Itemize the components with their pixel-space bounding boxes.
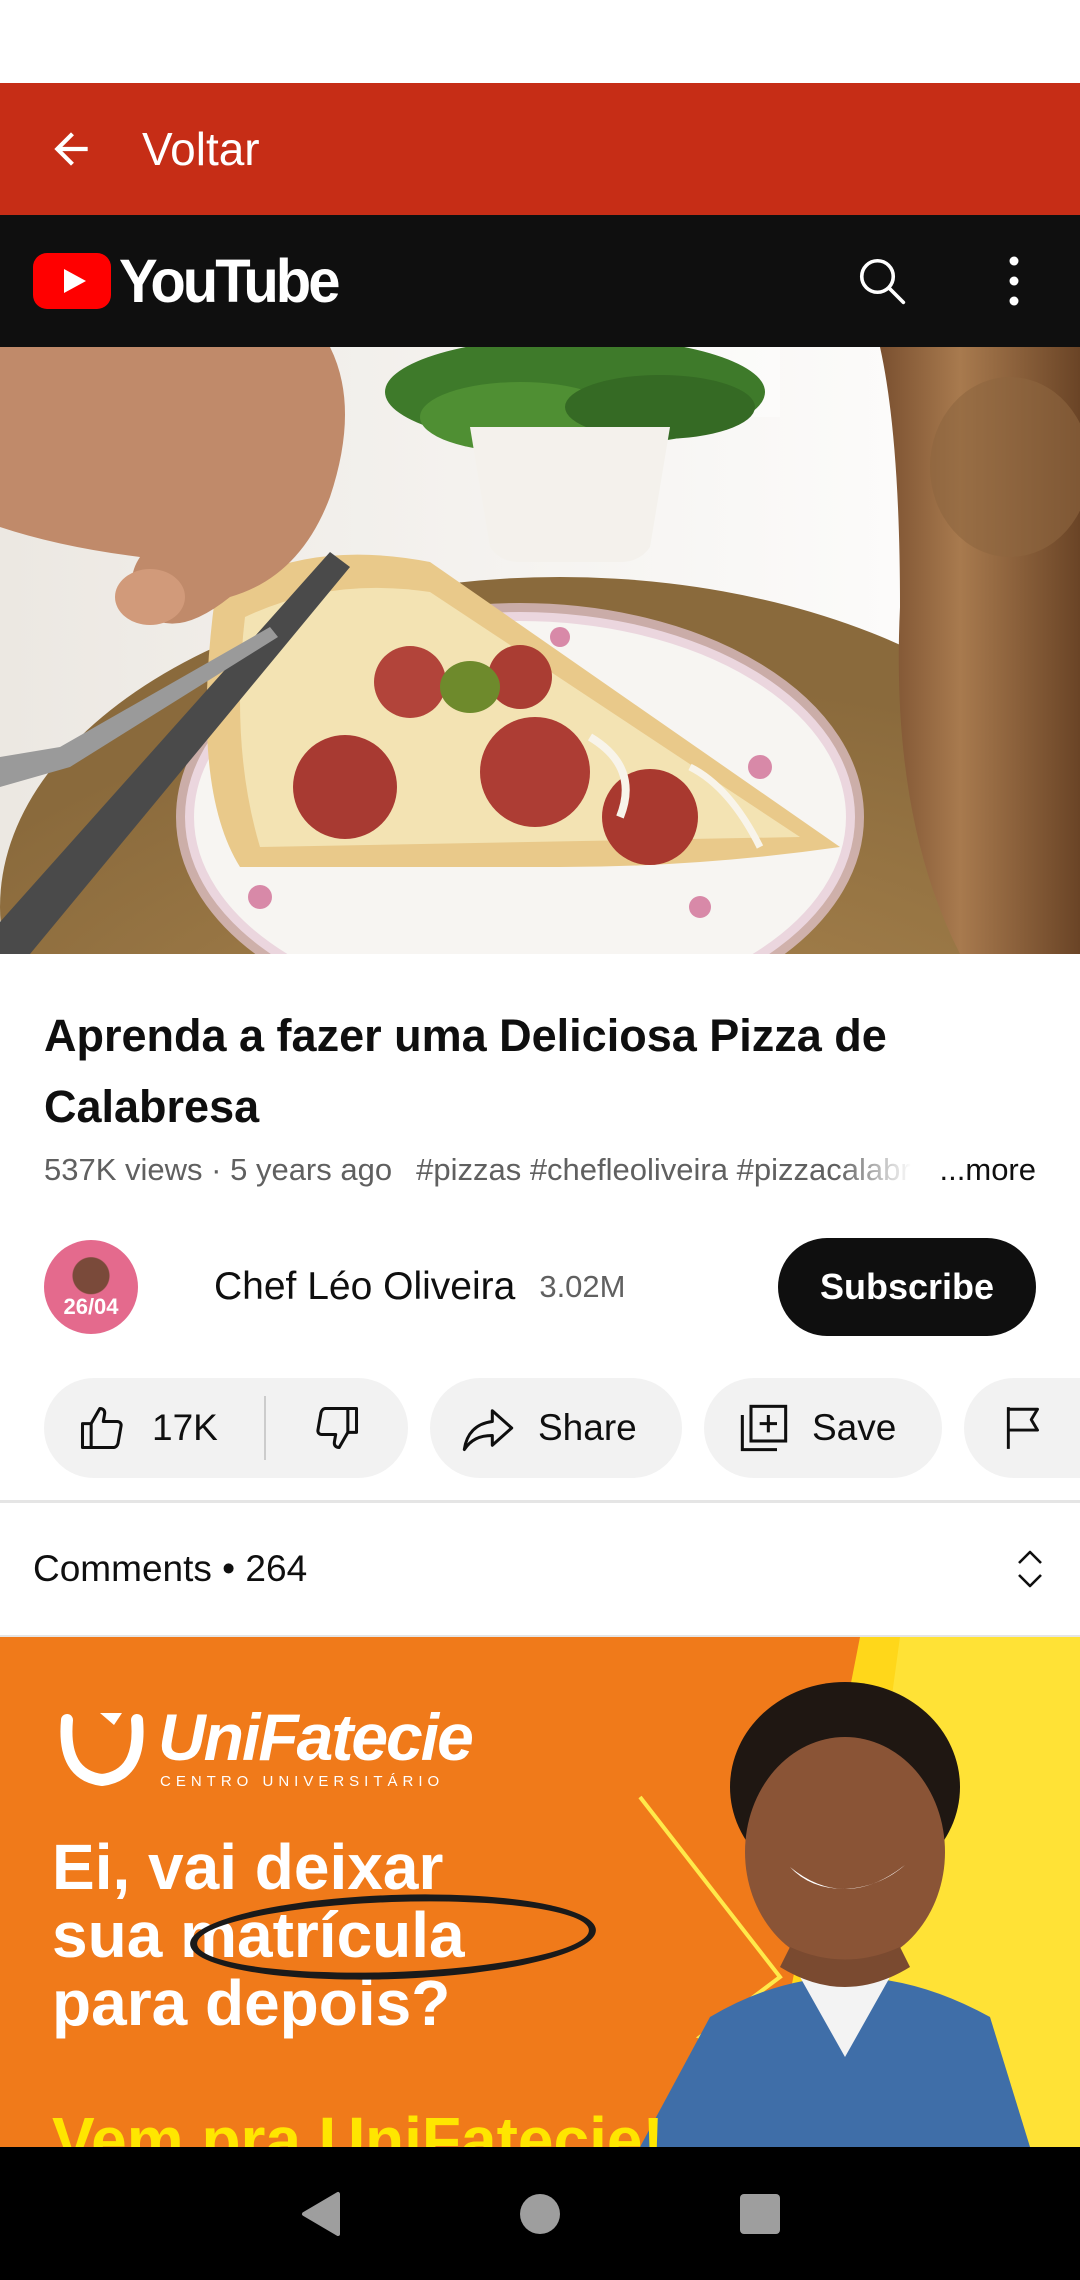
- action-bar: 17K Share Save: [44, 1378, 1080, 1478]
- video-thumbnail: [0, 347, 1080, 954]
- back-button[interactable]: [0, 83, 142, 215]
- arrow-back-icon: [54, 132, 88, 166]
- share-button[interactable]: Share: [430, 1378, 682, 1478]
- subscribe-button[interactable]: Subscribe: [778, 1238, 1036, 1336]
- subscriber-count: 3.02M: [539, 1269, 626, 1304]
- more-vert-icon: [1009, 256, 1019, 306]
- youtube-logo[interactable]: YouTube: [33, 246, 340, 316]
- share-label: Share: [538, 1407, 637, 1448]
- comments-header[interactable]: Comments • 264: [0, 1503, 1080, 1635]
- ad-cta: Vem pra UniFatecie!: [52, 2104, 664, 2147]
- ad-brand-logo: UniFatecie CENTRO UNIVERSITÁRIO: [52, 1695, 474, 1795]
- nav-home-icon: [520, 2193, 560, 2234]
- more-options-button[interactable]: [948, 215, 1080, 347]
- ad-banner[interactable]: UniFatecie CENTRO UNIVERSITÁRIO Ei, vai …: [0, 1637, 1080, 2147]
- youtube-header: YouTube: [0, 215, 1080, 347]
- nav-back-button[interactable]: [280, 2174, 360, 2254]
- video-title: Aprenda a fazer uma Deliciosa Pizza de C…: [44, 1010, 887, 1132]
- ad-brand-subtitle: CENTRO UNIVERSITÁRIO: [160, 1773, 445, 1790]
- ad-headline-line-3: para depois?: [52, 1967, 451, 2039]
- share-icon: [462, 1409, 514, 1452]
- comments-separator: •: [222, 1548, 236, 1589]
- ad-brand-name: UniFatecie: [158, 1700, 474, 1774]
- save-button[interactable]: Save: [704, 1378, 942, 1478]
- status-bar: [0, 0, 1080, 83]
- expand-comments-button[interactable]: [1004, 1543, 1056, 1595]
- youtube-play-icon: [33, 253, 111, 309]
- youtube-wordmark: YouTube: [119, 246, 340, 316]
- app-bar-title: Voltar: [142, 123, 260, 175]
- nav-home-button[interactable]: [500, 2174, 580, 2254]
- comments-count: 264: [245, 1548, 308, 1589]
- screen: Voltar YouTube Aprenda a fazer uma Delic…: [0, 0, 1080, 2280]
- app-bar: Voltar: [0, 83, 1080, 215]
- save-label: Save: [812, 1407, 897, 1448]
- channel-avatar[interactable]: 26/04: [44, 1240, 138, 1334]
- report-button[interactable]: [964, 1378, 1080, 1478]
- more-description-link[interactable]: ...more: [940, 1152, 1036, 1188]
- dislike-button[interactable]: [266, 1378, 408, 1478]
- like-count: 17K: [152, 1407, 218, 1448]
- unifatecie-logo-icon: [60, 1713, 144, 1787]
- upload-age: 5 years ago: [230, 1152, 393, 1187]
- flag-icon: [1006, 1407, 1039, 1449]
- ad-headline-line-1: Ei, vai deixar: [52, 1831, 444, 1903]
- system-nav-bar: [0, 2147, 1080, 2280]
- avatar-label: 26/04: [63, 1294, 119, 1319]
- thumbs-down-icon: [316, 1406, 359, 1450]
- video-meta[interactable]: 537K views · 5 years ago #pizzas #chefle…: [44, 1148, 1044, 1192]
- like-dislike-group: 17K: [44, 1378, 408, 1478]
- view-count: 537K views: [44, 1152, 203, 1187]
- search-icon: [859, 258, 906, 305]
- playlist-add-icon: [740, 1404, 788, 1452]
- search-button[interactable]: [816, 215, 948, 347]
- comments-label: Comments: [33, 1548, 212, 1589]
- nav-recents-icon: [740, 2193, 780, 2234]
- thumbs-up-icon: [80, 1406, 123, 1450]
- hashtags[interactable]: #pizzas #chefleoliveira #pizzacalabresa: [416, 1152, 912, 1188]
- video-player[interactable]: [0, 347, 1080, 954]
- nav-back-icon: [302, 2191, 340, 2236]
- nav-recents-button[interactable]: [720, 2174, 800, 2254]
- unfold-icon: [1018, 1550, 1042, 1588]
- channel-row: 26/04 Chef Léo Oliveira 3.02M Subscribe: [44, 1237, 1036, 1337]
- channel-name[interactable]: Chef Léo Oliveira: [214, 1265, 515, 1309]
- like-button[interactable]: 17K: [44, 1378, 264, 1478]
